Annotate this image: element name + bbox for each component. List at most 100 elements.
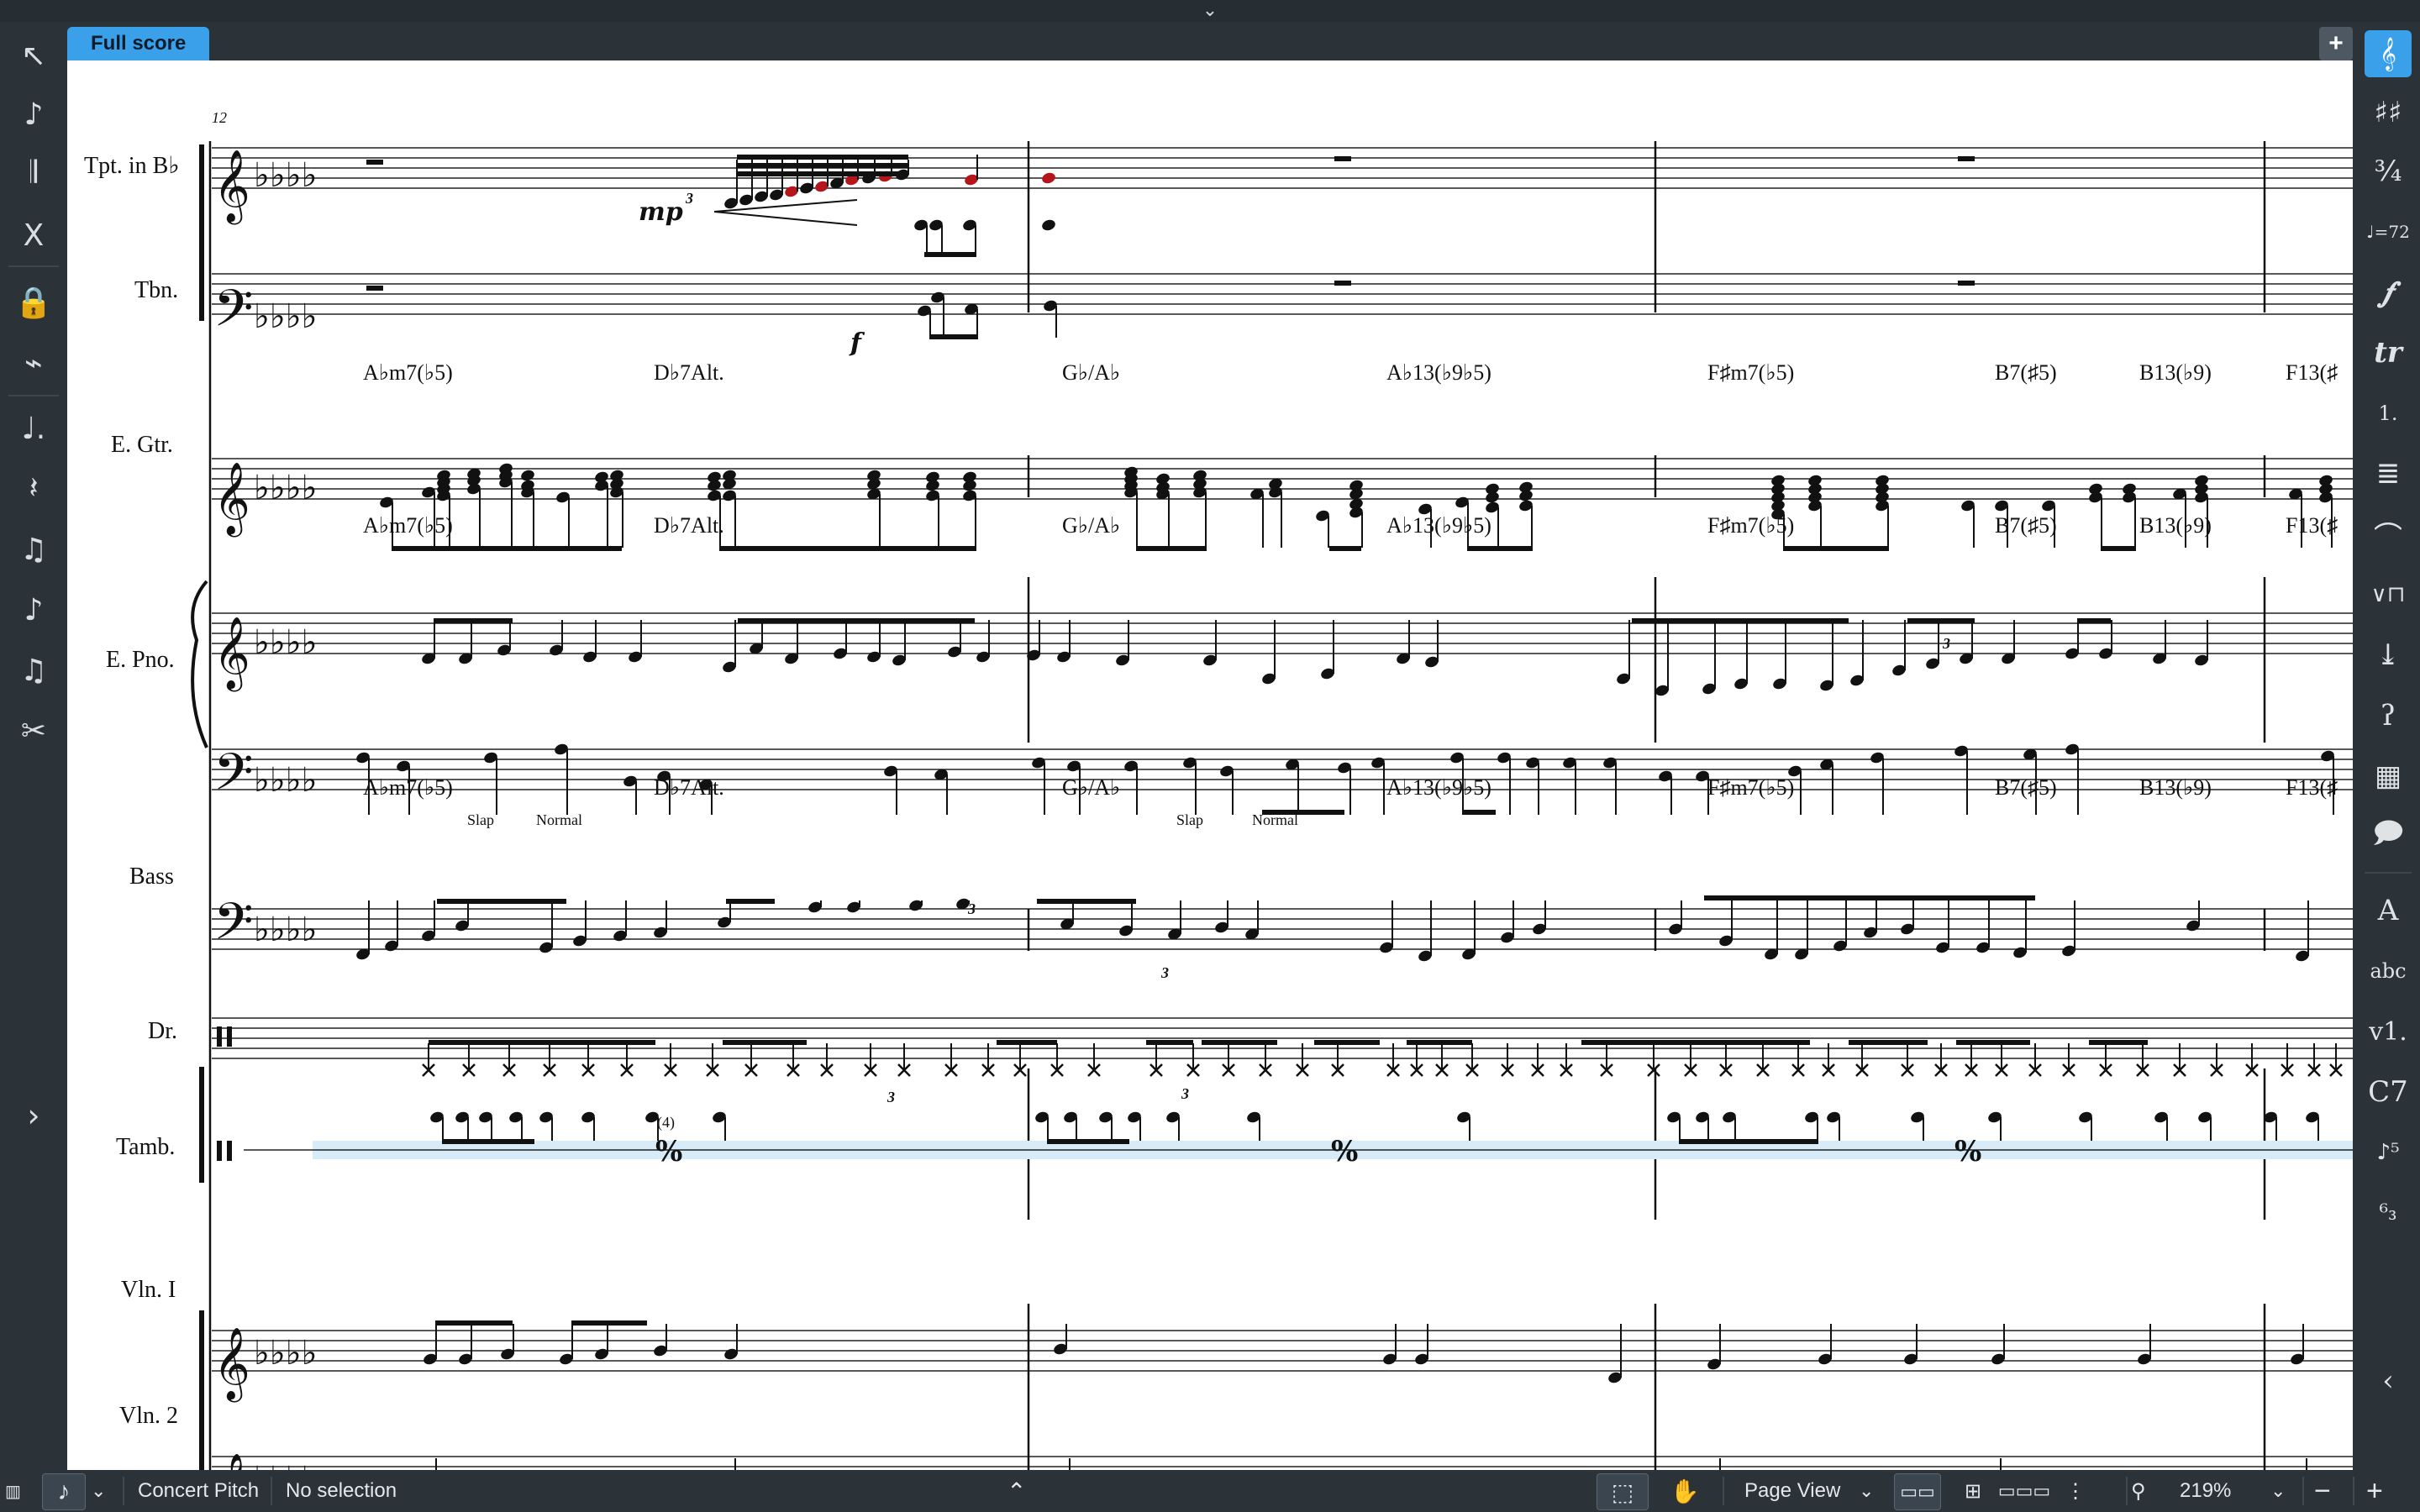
score-page[interactable]: Tpt. in B♭ Tbn. E. Gtr. E. Pno. Bass Dr.…: [67, 60, 2353, 1470]
chevron-down-icon[interactable]: ⌄: [1859, 1470, 1874, 1512]
chord-symbol[interactable]: G♭/A♭: [1062, 360, 1120, 385]
chord-input-icon[interactable]: ♫: [12, 648, 55, 692]
zoom-level[interactable]: 219%: [2180, 1470, 2231, 1512]
dynamic-mark[interactable]: f: [849, 328, 865, 358]
collapse-right-panel-icon[interactable]: ‹: [2365, 1357, 2412, 1404]
select-tool-icon[interactable]: ↖: [12, 34, 55, 77]
chord-symbol[interactable]: B13(♭9): [2139, 513, 2212, 538]
chevron-down-icon[interactable]: ⌄: [2270, 1470, 2286, 1512]
ornaments-icon[interactable]: tr: [2365, 329, 2412, 376]
layout-tabs: Full score: [67, 24, 2353, 60]
galley-view-icon[interactable]: ▭▭▭: [1998, 1473, 2050, 1509]
chord-symbol[interactable]: A♭m7(♭5): [363, 775, 453, 800]
chord-symbol[interactable]: G♭/A♭: [1062, 513, 1120, 538]
figured-bass-icon[interactable]: ⁶₃: [2365, 1189, 2412, 1236]
chord-symbol[interactable]: B7(♯5): [1995, 360, 2057, 385]
chord-symbol[interactable]: B7(♯5): [1995, 775, 2057, 800]
chord-symbol[interactable]: A♭13(♭9♭5): [1386, 360, 1491, 385]
svg-text:3: 3: [1160, 964, 1169, 981]
chord-symbol[interactable]: B7(♯5): [1995, 513, 2057, 538]
chord-symbol[interactable]: B13(♭9): [2139, 775, 2212, 800]
chord-symbol[interactable]: F13(♯: [2286, 513, 2338, 538]
chord-symbol[interactable]: F13(♯: [2286, 360, 2338, 385]
bars-icon[interactable]: ≣: [2365, 450, 2412, 497]
chord-symbol[interactable]: A♭13(♭9♭5): [1386, 775, 1491, 800]
zoom-in-button[interactable]: +: [2366, 1470, 2383, 1512]
instrument-label: Vln. 2: [119, 1403, 178, 1429]
repeat-ending-icon[interactable]: 1.: [2365, 390, 2412, 437]
note-input-mode-icon[interactable]: ♪: [42, 1473, 86, 1510]
expand-left-panel-icon[interactable]: ›: [12, 1094, 55, 1137]
grace-note-icon[interactable]: ♪: [12, 588, 55, 632]
chord-symbol-icon[interactable]: C7: [2365, 1068, 2412, 1116]
view-mode-select[interactable]: Page View: [1744, 1470, 1840, 1512]
scroll-view-icon[interactable]: ⋮: [2059, 1473, 2092, 1509]
fingering-icon[interactable]: ♪⁵: [2365, 1129, 2412, 1176]
chord-symbol[interactable]: F♯m7(♭5): [1707, 775, 1794, 800]
selection-status: No selection: [286, 1479, 397, 1502]
piano-keys-icon[interactable]: ▥: [5, 1470, 21, 1512]
score-canvas[interactable]: Tpt. in B♭ Tbn. E. Gtr. E. Pno. Bass Dr.…: [67, 60, 2353, 1470]
playing-technique[interactable]: Slap: [1176, 811, 1203, 828]
dotted-note-icon[interactable]: ♩.: [12, 407, 55, 450]
marquee-select-icon[interactable]: ⬚: [1597, 1473, 1649, 1510]
chord-symbol[interactable]: A♭13(♭9♭5): [1386, 513, 1491, 538]
zoom-out-button[interactable]: −: [2314, 1470, 2331, 1512]
lock-duration-icon[interactable]: 🔒: [12, 281, 55, 324]
page-view-horizontal-icon[interactable]: ▭▭: [1894, 1473, 1941, 1510]
note-input-icon[interactable]: ♪: [12, 92, 55, 136]
playing-technique[interactable]: Normal: [536, 811, 582, 828]
chord-symbol[interactable]: G♭/A♭: [1062, 775, 1120, 800]
svg-text:♭♭♭♭: ♭♭♭♭: [254, 761, 317, 800]
page-view-grid-icon[interactable]: ⊞: [1954, 1473, 1991, 1509]
pitch-input-icon[interactable]: ⌁: [12, 341, 55, 385]
chevron-up-icon[interactable]: ⌃: [1007, 1470, 1026, 1512]
svg-text:𝄞: 𝄞: [213, 150, 250, 225]
rest-icon[interactable]: 𝄽: [12, 467, 55, 511]
chevron-down-icon[interactable]: ⌄: [1202, 2, 1218, 20]
clef-icon[interactable]: 𝄞: [2365, 30, 2412, 77]
text-icon[interactable]: A: [2365, 887, 2412, 934]
key-signature-icon[interactable]: ♯♯: [2365, 89, 2412, 136]
right-toolbar: 𝄞 ♯♯ ¾ ♩=72 𝆑 tr 1. ≣ ⌒ ∨⊓ ⤓ ʔ ▦ 🗩 A abc…: [2356, 22, 2420, 1470]
svg-text:♭♭♭♭: ♭♭♭♭: [254, 297, 317, 336]
top-panel-toggle[interactable]: ⌄: [0, 0, 2420, 22]
chord-symbol[interactable]: A♭m7(♭5): [363, 360, 453, 385]
chord-symbol[interactable]: F13(♯: [2286, 775, 2338, 800]
dynamic-mark[interactable]: mp: [639, 197, 683, 227]
comment-icon[interactable]: 🗩: [2365, 813, 2412, 860]
chord-symbol[interactable]: B13(♭9): [2139, 360, 2212, 385]
instrument-label: E. Gtr.: [111, 432, 173, 458]
status-bar: ▥ ♪ ⌄ Concert Pitch No selection ⌃ ⬚ ✋ P…: [0, 1470, 2420, 1512]
chevron-down-icon[interactable]: ⌄: [91, 1470, 106, 1512]
playing-technique[interactable]: Slap: [467, 811, 494, 828]
hand-tool-icon[interactable]: ✋: [1664, 1473, 1706, 1509]
lyrics-icon[interactable]: abc: [2365, 948, 2412, 995]
notehead[interactable]: [1040, 218, 1056, 233]
chord-symbol[interactable]: A♭m7(♭5): [363, 513, 453, 538]
svg-text:%: %: [1954, 1135, 1981, 1168]
scissors-icon[interactable]: ✂: [12, 709, 55, 753]
tremolo-icon[interactable]: 𝄂: [12, 151, 55, 195]
chord-symbol[interactable]: F♯m7(♭5): [1707, 360, 1794, 385]
dynamics-icon[interactable]: 𝆑: [2365, 269, 2412, 316]
video-icon[interactable]: ▦: [2365, 753, 2412, 800]
tempo-icon[interactable]: ♩=72: [2365, 208, 2412, 255]
split-stem-icon[interactable]: Ⅹ: [12, 213, 55, 257]
add-tab-button[interactable]: +: [2319, 27, 2353, 60]
playing-techniques-icon[interactable]: ʔ: [2365, 692, 2412, 739]
notehead[interactable]: [1040, 171, 1056, 186]
tuplet-icon[interactable]: ♫: [12, 528, 55, 571]
svg-text:♭♭♭♭: ♭♭♭♭: [254, 1334, 317, 1373]
tab-full-score[interactable]: Full score: [67, 27, 210, 60]
rehearsal-mark-icon[interactable]: v1.: [2365, 1008, 2412, 1055]
fermata-icon[interactable]: ⌒: [2365, 511, 2412, 558]
instrument-label: E. Pno.: [106, 647, 175, 673]
cues-icon[interactable]: ⤓: [2365, 632, 2412, 679]
instrument-label: Bass: [129, 864, 174, 890]
chord-symbol[interactable]: D♭7Alt.: [654, 513, 724, 538]
chord-symbol[interactable]: D♭7Alt.: [654, 360, 724, 385]
concert-pitch-toggle[interactable]: Concert Pitch: [138, 1470, 259, 1512]
time-signature-icon[interactable]: ¾: [2365, 148, 2412, 195]
bowing-icon[interactable]: ∨⊓: [2365, 571, 2412, 618]
